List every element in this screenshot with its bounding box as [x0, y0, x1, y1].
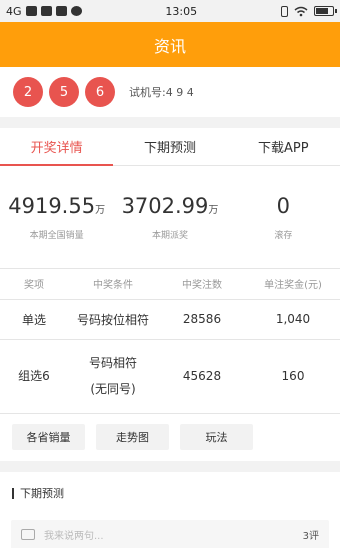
table-row: 组选6 号码相符(无同号) 45628 160 — [0, 339, 340, 414]
stat-label: 本期全国销量 — [29, 230, 84, 241]
stat-label: 滚存 — [274, 230, 293, 241]
status-bar: 4G 13:05 — [0, 0, 340, 22]
table-row: 单选 号码按位相符 28586 1,040 — [0, 299, 340, 340]
tab-bar: 开奖详情 下期预测 下载APP — [0, 128, 340, 166]
result-ball: 2 — [13, 77, 43, 107]
stat-rollover: 0 滚存 — [227, 166, 340, 268]
section-title-text: 下期预测 — [20, 487, 64, 500]
shield-icon — [70, 6, 82, 16]
table-cell: 组选6 — [0, 339, 68, 414]
how-to-play-button[interactable]: 玩法 — [180, 424, 253, 450]
wifi-icon — [294, 6, 308, 16]
vibrate-icon — [280, 5, 288, 17]
table-header-row: 奖项 中奖条件 中奖注数 单注奖金(元) — [0, 269, 340, 300]
table-cell: 单选 — [0, 299, 68, 340]
stat-value: 0 — [276, 193, 290, 218]
page-title: 资讯 — [153, 36, 186, 56]
column-header: 中奖条件 — [68, 269, 158, 300]
comment-icon — [21, 529, 35, 540]
app-header: 资讯 — [0, 22, 340, 67]
title-marker — [12, 487, 14, 499]
draw-result: 2 5 6 试机号:4 9 4 — [0, 67, 340, 117]
stat-sales: 4919.55万 本期全国销量 — [0, 166, 113, 268]
comment-placeholder: 我来说两句... — [44, 531, 104, 542]
result-ball: 5 — [49, 77, 79, 107]
prediction-section: 下期预测 我来说两句... 3评 — [0, 471, 340, 548]
clock: 13:05 — [165, 4, 198, 18]
usb-icon — [25, 6, 37, 16]
result-ball: 6 — [85, 77, 115, 107]
prize-table: 奖项 中奖条件 中奖注数 单注奖金(元) 单选 号码按位相符 28586 1,0… — [0, 269, 340, 414]
table-cell: 160 — [246, 339, 340, 414]
column-header: 中奖注数 — [158, 269, 246, 300]
trend-chart-button[interactable]: 走势图 — [96, 424, 169, 450]
table-cell: 45628 — [158, 339, 246, 414]
stats-row: 4919.55万 本期全国销量 3702.99万 本期派奖 0 滚存 — [0, 166, 340, 269]
column-header: 单注奖金(元) — [246, 269, 340, 300]
app-icon — [55, 6, 67, 16]
detail-card: 开奖详情 下期预测 下载APP 4919.55万 本期全国销量 3702.99万… — [0, 128, 340, 461]
stat-value: 4919.55 — [8, 193, 96, 218]
stat-payout: 3702.99万 本期派奖 — [113, 166, 226, 268]
stat-unit: 万 — [95, 204, 106, 216]
tab-download-app[interactable]: 下载APP — [227, 128, 340, 165]
stat-label: 本期派奖 — [151, 230, 188, 241]
table-cell: 号码按位相符 — [68, 299, 158, 340]
comment-count[interactable]: 3评 — [303, 527, 319, 542]
trial-number: 试机号:4 9 4 — [129, 86, 194, 99]
battery-icon — [313, 6, 337, 16]
table-cell: 号码相符(无同号) — [68, 339, 158, 414]
comment-input[interactable]: 我来说两句... 3评 — [11, 519, 329, 548]
signal-indicator: 4G — [6, 4, 22, 18]
province-sales-button[interactable]: 各省销量 — [12, 424, 85, 450]
section-title: 下期预测 — [0, 472, 340, 515]
table-cell: 28586 — [158, 299, 246, 340]
table-cell: 1,040 — [246, 299, 340, 340]
column-header: 奖项 — [0, 269, 68, 300]
notification-icon — [40, 6, 52, 16]
stat-value: 3702.99 — [121, 193, 209, 218]
tab-draw-details[interactable]: 开奖详情 — [0, 128, 114, 166]
stat-unit: 万 — [208, 204, 219, 216]
tab-next-prediction[interactable]: 下期预测 — [113, 128, 226, 165]
quick-links: 各省销量 走势图 玩法 — [0, 414, 340, 461]
